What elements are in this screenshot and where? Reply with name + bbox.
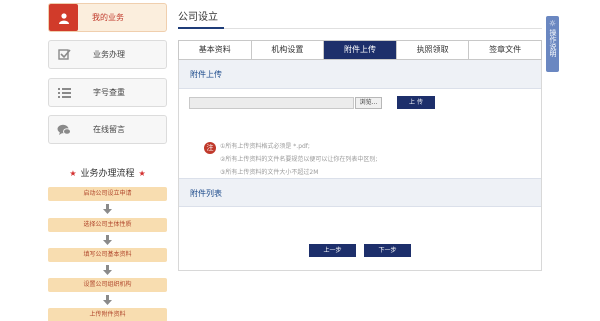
help-tab-label: 操作说明: [549, 29, 557, 57]
sidebar: 我的业务 业务办理 字号查重 在线留言 ★ 业务办理流程 ★ 启动公司设立申请 选择…: [48, 0, 168, 321]
divider: [178, 28, 542, 29]
sidebar-item-my-business[interactable]: 我的业务: [48, 3, 167, 32]
next-step-button[interactable]: 下一步: [364, 244, 411, 257]
arrow-down-icon: [103, 235, 112, 245]
tab-license-pickup[interactable]: 执照领取: [396, 41, 470, 59]
star-icon: ★: [138, 169, 146, 178]
sidebar-item-business-handling[interactable]: 业务办理: [48, 40, 167, 69]
page: 我的业务 业务办理 字号查重 在线留言 ★ 业务办理流程 ★ 启动公司设立申请 选择…: [0, 0, 600, 321]
flow-step[interactable]: 上传附件资料: [48, 308, 167, 321]
tab-signed-documents[interactable]: 签章文件: [469, 41, 541, 59]
sidebar-item-label: 字号查重: [93, 88, 125, 97]
arrow-down-icon: [103, 295, 112, 305]
tab-organization[interactable]: 机构设置: [251, 41, 325, 59]
content-panel: 附件上传 浏览... 上 传 注 ①所有上传资料格式必须是 *.pdf; ②所有…: [178, 60, 542, 271]
upload-note: ③所有上传资料的文件大小不超过2M: [220, 169, 319, 176]
tab-attachment-upload[interactable]: 附件上传: [324, 41, 397, 59]
checkbox-icon: [49, 41, 79, 68]
sidebar-item-name-check[interactable]: 字号查重: [48, 78, 167, 107]
upload-note: ②所有上传资料的文件名要规范以便可以让你在列表中区别;: [220, 156, 378, 163]
page-title: 公司设立: [178, 12, 218, 23]
arrow-down-icon: [103, 265, 112, 275]
chat-icon: [49, 116, 79, 143]
star-icon: ★: [69, 169, 77, 178]
upload-note: ①所有上传资料格式必须是 *.pdf;: [220, 143, 310, 150]
sidebar-item-label: 业务办理: [93, 50, 125, 59]
help-tab[interactable]: ☼ 操作说明: [546, 16, 559, 72]
user-icon: [49, 4, 78, 31]
notice-icon: 注: [204, 142, 216, 154]
section-header-attachments: 附件列表: [179, 178, 541, 207]
upload-button[interactable]: 上 传: [397, 96, 435, 109]
flow-step[interactable]: 设置公司组织机构: [48, 278, 167, 292]
flow-step[interactable]: 启动公司设立申请: [48, 187, 167, 201]
flow-title-text: 业务办理流程: [80, 169, 135, 179]
arrow-down-icon: [103, 204, 112, 214]
flow-title: ★ 业务办理流程 ★: [48, 166, 167, 179]
flow-step[interactable]: 填写公司基本资料: [48, 248, 167, 262]
tab-bar: 基本资料 机构设置 附件上传 执照领取 签章文件: [178, 40, 542, 60]
lightbulb-icon: ☼: [548, 19, 557, 28]
title-underline: [178, 27, 224, 29]
sidebar-item-label: 我的业务: [92, 13, 124, 22]
flow-step[interactable]: 选择公司主体性质: [48, 218, 167, 232]
section-header-upload: 附件上传: [179, 60, 541, 89]
browse-button[interactable]: 浏览...: [355, 97, 382, 109]
prev-step-button[interactable]: 上一步: [309, 244, 356, 257]
file-path-input[interactable]: [189, 97, 354, 109]
sidebar-item-label: 在线留言: [93, 125, 125, 134]
tab-basic-info[interactable]: 基本资料: [179, 41, 252, 59]
sidebar-item-online-message[interactable]: 在线留言: [48, 115, 167, 144]
list-icon: [49, 79, 79, 106]
